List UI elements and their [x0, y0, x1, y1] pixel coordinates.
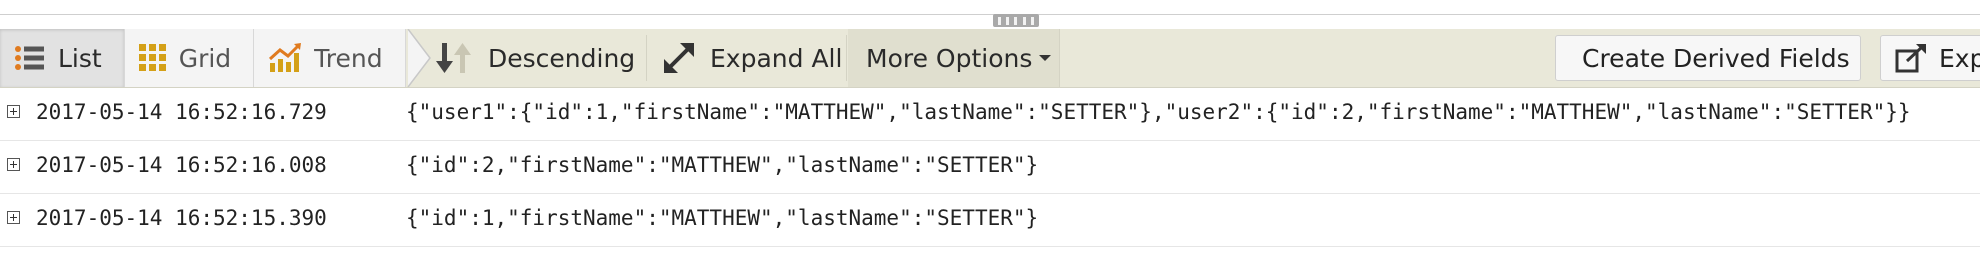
tab-trend-label: Trend [314, 43, 383, 73]
top-strip [0, 0, 1980, 15]
log-row[interactable]: 2017-05-14 16:52:16.729 {"user1":{"id":1… [0, 88, 1980, 141]
row-timestamp: 2017-05-14 16:52:16.729 [36, 100, 327, 124]
log-row[interactable]: 2017-05-14 16:52:15.390 {"id":1,"firstNa… [0, 194, 1980, 247]
tab-grid-label: Grid [178, 43, 232, 73]
expand-all-button[interactable]: Expand All [662, 29, 842, 87]
tab-list[interactable]: List [0, 29, 125, 87]
view-switcher: List Grid Trend [0, 29, 436, 87]
tab-trend[interactable]: Trend [254, 29, 406, 87]
create-derived-fields-label: Create Derived Fields [1582, 43, 1850, 73]
expand-row-icon[interactable] [7, 158, 20, 171]
caret-down-icon [1039, 55, 1052, 61]
tab-grid[interactable]: Grid [124, 29, 255, 87]
sort-descending-icon [436, 43, 471, 73]
divider [846, 35, 847, 81]
toolbar: List Grid Trend Descending Expand All Mo… [0, 29, 1980, 88]
trend-icon [269, 43, 302, 72]
row-timestamp: 2017-05-14 16:52:15.390 [36, 206, 327, 230]
sort-descending-button[interactable]: Descending [436, 29, 635, 87]
row-message: {"id":2,"firstName":"MATTHEW","lastName"… [406, 153, 1039, 177]
divider [646, 35, 647, 81]
expand-row-icon[interactable] [7, 105, 20, 118]
chevron-separator-icon [406, 29, 431, 87]
tab-list-label: List [58, 43, 102, 73]
expand-all-label: Expand All [710, 43, 843, 73]
list-icon [15, 46, 44, 70]
sort-label: Descending [488, 43, 636, 73]
export-button[interactable]: Exp [1880, 35, 1980, 81]
row-message: {"id":1,"firstName":"MATTHEW","lastName"… [406, 206, 1039, 230]
more-options-button[interactable]: More Options [848, 29, 1060, 87]
more-options-label: More Options [866, 43, 1033, 73]
grid-icon [138, 44, 166, 71]
resize-handle[interactable] [993, 14, 1039, 27]
export-label: Exp [1939, 43, 1980, 73]
expand-arrows-icon [664, 43, 694, 73]
row-timestamp: 2017-05-14 16:52:16.008 [36, 153, 327, 177]
row-message: {"user1":{"id":1,"firstName":"MATTHEW","… [406, 100, 1911, 124]
expand-row-icon[interactable] [7, 211, 20, 224]
create-derived-fields-button[interactable]: Create Derived Fields [1555, 35, 1861, 81]
log-row[interactable]: 2017-05-14 16:52:16.008 {"id":2,"firstNa… [0, 141, 1980, 194]
export-icon [1895, 44, 1926, 73]
